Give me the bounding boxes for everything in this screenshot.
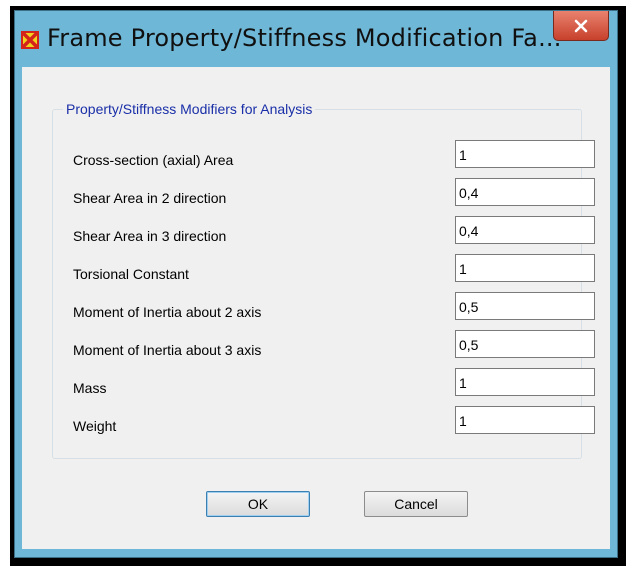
mass-input[interactable] xyxy=(455,368,595,396)
dialog-window: Frame Property/Stiffness Modification Fa… xyxy=(14,10,618,558)
modifiers-groupbox: Property/Stiffness Modifiers for Analysi… xyxy=(52,101,595,459)
label-moment-inertia-3: Moment of Inertia about 3 axis xyxy=(73,342,262,358)
dialog-client-area: Property/Stiffness Modifiers for Analysi… xyxy=(22,67,610,549)
label-weight: Weight xyxy=(73,418,117,434)
label-mass: Mass xyxy=(73,380,107,396)
cross-section-area-input[interactable] xyxy=(455,140,595,168)
outer-frame: Frame Property/Stiffness Modification Fa… xyxy=(10,6,626,566)
ok-button[interactable]: OK xyxy=(206,491,310,517)
weight-input[interactable] xyxy=(455,406,595,434)
moment-inertia-2-input[interactable] xyxy=(455,292,595,320)
moment-inertia-3-input[interactable] xyxy=(455,330,595,358)
shear-area-3-input[interactable] xyxy=(455,216,595,244)
title-bar[interactable]: Frame Property/Stiffness Modification Fa… xyxy=(15,11,617,65)
close-icon xyxy=(574,19,588,32)
label-shear-area-3: Shear Area in 3 direction xyxy=(73,228,227,244)
cancel-button[interactable]: Cancel xyxy=(364,491,468,517)
close-button[interactable] xyxy=(553,11,609,41)
label-moment-inertia-2: Moment of Inertia about 2 axis xyxy=(73,304,262,320)
torsional-constant-input[interactable] xyxy=(455,254,595,282)
shear-area-2-input[interactable] xyxy=(455,178,595,206)
label-shear-area-2: Shear Area in 2 direction xyxy=(73,190,227,206)
groupbox-title: Property/Stiffness Modifiers for Analysi… xyxy=(63,101,316,117)
label-torsional-constant: Torsional Constant xyxy=(73,266,189,282)
sap-frame-icon xyxy=(21,31,39,49)
window-title: Frame Property/Stiffness Modification Fa… xyxy=(47,24,562,52)
label-cross-section-area: Cross-section (axial) Area xyxy=(73,152,234,168)
